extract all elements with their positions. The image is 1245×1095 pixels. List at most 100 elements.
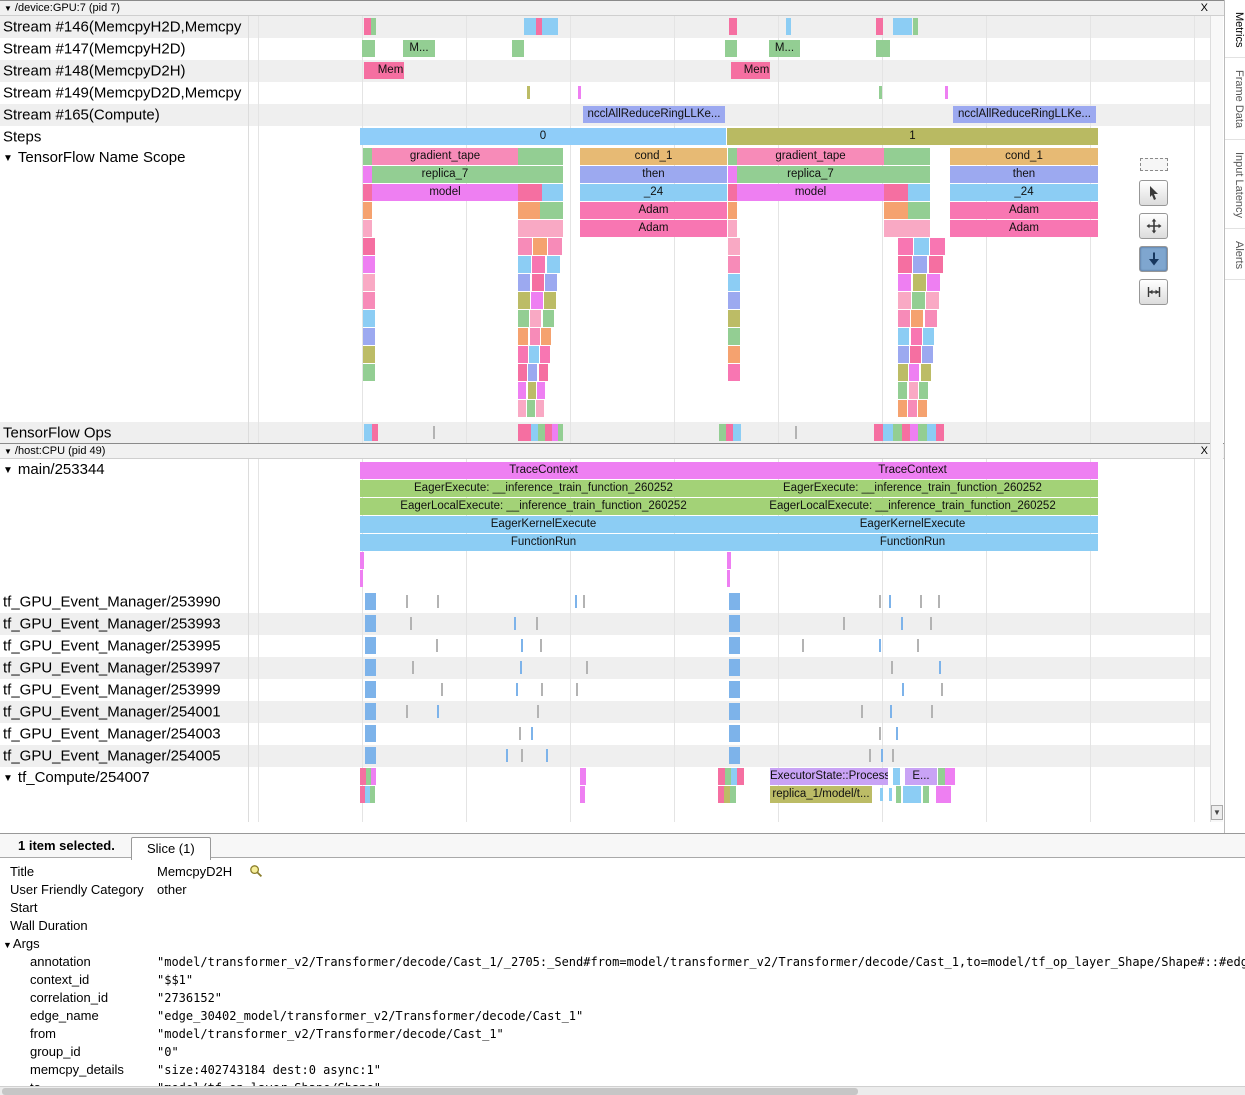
trace-slice[interactable] [363, 202, 372, 219]
trace-slice[interactable]: model [737, 184, 884, 201]
trace-slice[interactable] [731, 62, 743, 79]
trace-slice[interactable]: replica_1/model/t... [770, 786, 872, 803]
trace-slice[interactable]: 0 [360, 128, 726, 145]
trace-slice[interactable] [795, 426, 797, 439]
collapse-arrow-icon[interactable]: ▼ [4, 447, 12, 456]
trace-slice[interactable] [360, 552, 364, 569]
trace-slice[interactable] [876, 18, 883, 35]
trace-slice[interactable] [365, 615, 376, 632]
trace-slice[interactable] [890, 705, 892, 718]
trace-slice[interactable]: then [580, 166, 727, 183]
trace-slice[interactable]: replica_7 [372, 166, 518, 183]
trace-slice[interactable] [363, 166, 372, 183]
trace-slice[interactable] [908, 202, 930, 219]
trace-slice[interactable] [544, 292, 556, 309]
trace-slice[interactable] [728, 364, 740, 381]
trace-slice[interactable] [362, 40, 375, 57]
trace-slice[interactable]: TraceContext [360, 462, 727, 479]
close-icon[interactable]: X [1201, 1, 1208, 15]
trace-slice[interactable] [927, 424, 936, 441]
trace-slice[interactable] [936, 424, 944, 441]
trace-slice[interactable] [537, 382, 545, 399]
trace-slice[interactable] [729, 747, 740, 764]
trace-slice[interactable] [363, 292, 375, 309]
trace-slice[interactable] [893, 768, 900, 785]
trace-slice[interactable] [728, 274, 740, 291]
trace-slice[interactable] [891, 661, 893, 674]
collapse-arrow-icon[interactable]: ▼ [3, 940, 12, 950]
trace-slice[interactable] [902, 424, 910, 441]
trace-slice[interactable] [869, 749, 871, 762]
trace-slice[interactable] [364, 424, 372, 441]
trace-slice[interactable] [921, 364, 931, 381]
trace-slice[interactable] [521, 639, 523, 652]
trace-slice[interactable] [925, 310, 937, 327]
trace-slice[interactable] [927, 274, 940, 291]
trace-slice[interactable] [903, 786, 921, 803]
trace-slice[interactable] [527, 400, 535, 417]
trace-slice[interactable] [412, 661, 414, 674]
trace-slice[interactable] [729, 637, 740, 654]
trace-slice[interactable] [532, 274, 544, 291]
vertical-scrollbar[interactable]: ▼ [1210, 16, 1223, 822]
scroll-down-button[interactable]: ▼ [1211, 805, 1223, 820]
trace-slice[interactable] [879, 595, 881, 608]
trace-slice[interactable] [540, 346, 550, 363]
trace-slice[interactable] [547, 256, 560, 273]
trace-slice[interactable] [364, 18, 371, 35]
trace-slice[interactable]: E... [905, 768, 937, 785]
trace-slice[interactable] [527, 86, 530, 99]
trace-slice[interactable] [436, 639, 438, 652]
trace-slice[interactable]: _24 [580, 184, 727, 201]
trace-slice[interactable] [945, 768, 955, 785]
trace-slice[interactable] [898, 292, 911, 309]
trace-slice[interactable] [909, 364, 919, 381]
trace-slice[interactable] [530, 328, 540, 345]
trace-slice[interactable] [365, 637, 376, 654]
trace-slice[interactable] [930, 238, 945, 255]
trace-slice[interactable] [512, 40, 524, 57]
trace-slice[interactable] [911, 328, 922, 345]
trace-slice[interactable] [518, 202, 540, 219]
trace-slice[interactable] [531, 292, 543, 309]
trace-slice[interactable] [518, 256, 531, 273]
trace-slice[interactable] [363, 238, 375, 255]
trace-slice[interactable] [893, 18, 912, 35]
trace-slice[interactable] [537, 705, 539, 718]
trace-slice[interactable]: M... [769, 40, 800, 57]
trace-slice[interactable] [729, 703, 740, 720]
trace-slice[interactable] [737, 768, 744, 785]
trace-slice[interactable] [908, 184, 930, 201]
trace-slice[interactable] [363, 220, 372, 237]
trace-slice[interactable] [539, 364, 548, 381]
trace-slice[interactable] [363, 310, 375, 327]
zoom-tool[interactable] [1139, 246, 1168, 272]
trace-slice[interactable] [518, 238, 532, 255]
trace-slice[interactable]: cond_1 [580, 148, 727, 165]
trace-slice[interactable] [520, 661, 522, 674]
trace-slice[interactable]: EagerLocalExecute: __inference_train_fun… [360, 498, 727, 515]
trace-slice[interactable] [529, 346, 539, 363]
trace-slice[interactable] [536, 400, 544, 417]
trace-slice[interactable] [370, 786, 375, 803]
trace-slice[interactable] [729, 725, 740, 742]
collapse-arrow-icon[interactable]: ▼ [3, 153, 13, 164]
trace-slice[interactable] [879, 86, 882, 99]
trace-slice[interactable] [898, 382, 907, 399]
trace-slice[interactable] [533, 238, 547, 255]
trace-slice[interactable] [918, 424, 927, 441]
trace-slice[interactable]: ExecutorState::Process [770, 768, 888, 785]
trace-slice[interactable] [728, 292, 740, 309]
trace-slice[interactable] [898, 256, 912, 273]
trace-slice[interactable]: replica_7 [737, 166, 884, 183]
trace-slice[interactable] [530, 310, 541, 327]
trace-slice[interactable] [889, 595, 891, 608]
trace-slice[interactable] [365, 593, 376, 610]
trace-slice[interactable] [786, 18, 791, 35]
trace-slice[interactable] [941, 683, 943, 696]
tab-slice[interactable]: Slice (1) [131, 837, 211, 860]
side-tab-frame-data[interactable]: Frame Data [1225, 58, 1245, 139]
trace-slice[interactable] [727, 552, 731, 569]
trace-slice[interactable] [908, 400, 917, 417]
trace-slice[interactable] [884, 166, 930, 183]
